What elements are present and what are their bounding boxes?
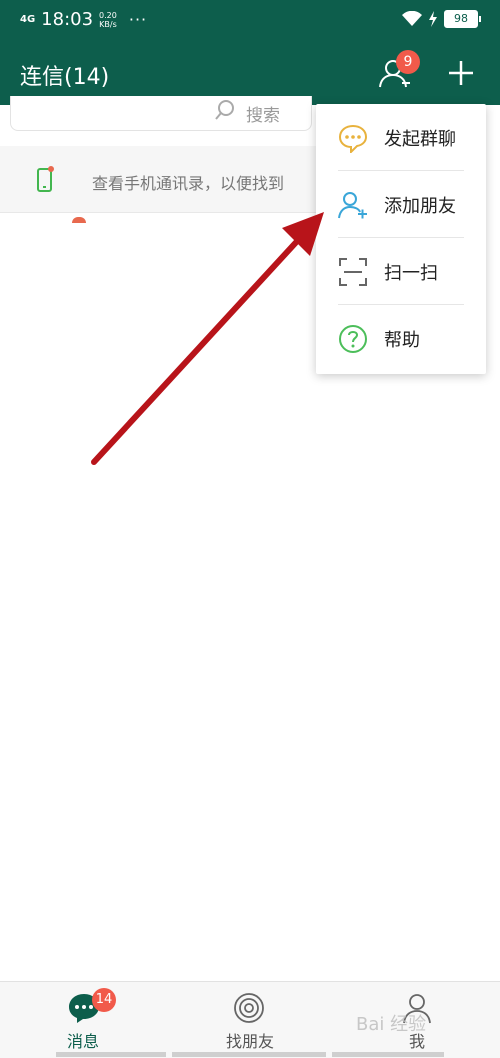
menu-item-help[interactable]: 帮助 bbox=[316, 305, 486, 372]
menu-item-start-group-chat[interactable]: 发起群聊 bbox=[316, 104, 486, 171]
banner-text: 查看手机通讯录，以便找到 bbox=[92, 174, 285, 193]
network-label: 4G bbox=[20, 13, 36, 25]
unread-dot bbox=[72, 217, 86, 223]
tab-find-friends[interactable]: 找朋友 bbox=[167, 982, 333, 1058]
wifi-icon bbox=[402, 11, 422, 26]
menu-item-label: 扫一扫 bbox=[384, 263, 438, 284]
divider bbox=[56, 1052, 166, 1057]
page-title: 连信(14) bbox=[20, 65, 110, 90]
divider bbox=[172, 1052, 326, 1057]
menu-item-scan[interactable]: 扫一扫 bbox=[316, 238, 486, 305]
menu-item-label: 添加朋友 bbox=[384, 196, 456, 217]
add-friend-icon bbox=[338, 192, 367, 219]
search-icon bbox=[215, 100, 234, 120]
divider bbox=[332, 1052, 444, 1057]
tab-messages[interactable]: 消息 bbox=[0, 982, 166, 1058]
help-icon bbox=[339, 325, 367, 353]
chat-bubble-icon bbox=[338, 124, 368, 153]
menu-item-add-friend[interactable]: 添加朋友 bbox=[316, 171, 486, 238]
phone-icon bbox=[37, 166, 54, 192]
menu-item-label: 发起群聊 bbox=[384, 129, 456, 150]
plus-icon[interactable] bbox=[446, 58, 476, 88]
scan-icon bbox=[339, 258, 367, 286]
menu-item-label: 帮助 bbox=[384, 330, 420, 351]
search-placeholder: 搜索 bbox=[246, 106, 280, 126]
popup-menu: 发起群聊 添加朋友 扫一扫 帮助 bbox=[316, 104, 486, 374]
watermark: Bai 经验 bbox=[356, 1014, 427, 1035]
tab-label: 找朋友 bbox=[225, 1032, 274, 1051]
battery-indicator: 98 bbox=[444, 10, 481, 28]
app-header: 4G 18:03 0.20 KB/s ··· 98 连信(14) 9 bbox=[0, 0, 500, 105]
status-time: 18:03 bbox=[41, 9, 94, 30]
contacts-badge: 9 bbox=[396, 50, 420, 74]
messages-badge: 14 bbox=[92, 988, 116, 1012]
tab-label: 消息 bbox=[66, 1032, 99, 1051]
network-speed: 0.20 KB/s bbox=[99, 10, 117, 29]
more-notifications-icon: ··· bbox=[128, 10, 148, 29]
charging-icon bbox=[429, 11, 437, 27]
status-bar: 4G 18:03 0.20 KB/s ··· 98 bbox=[0, 0, 500, 40]
find-friends-icon bbox=[234, 993, 264, 1023]
